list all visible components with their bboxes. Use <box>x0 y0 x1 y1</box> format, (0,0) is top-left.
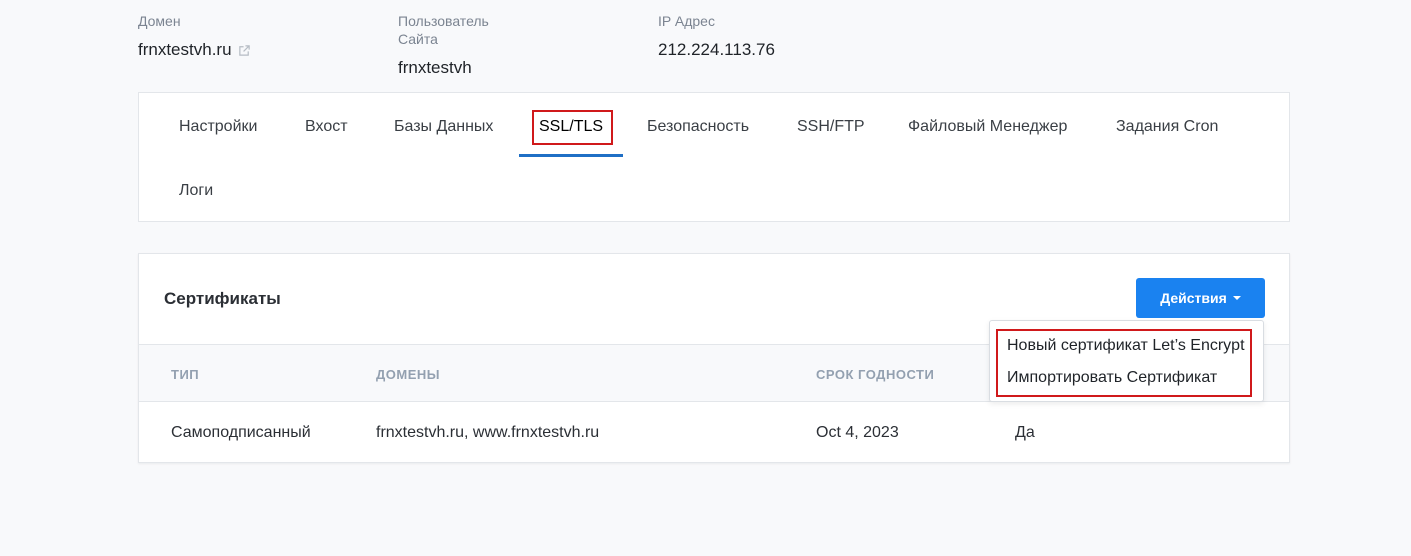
tab-cron-jobs[interactable]: Задания Cron <box>1116 117 1218 137</box>
cell-type: Самоподписанный <box>171 424 311 441</box>
tab-vhost[interactable]: Вхост <box>305 117 348 137</box>
site-user-label: Пользователь Сайта <box>398 13 489 47</box>
actions-button[interactable]: Действия <box>1136 278 1265 318</box>
ip-label: IP Адрес <box>658 13 715 29</box>
actions-button-label: Действия <box>1160 290 1227 306</box>
domain-label: Домен <box>138 13 181 29</box>
tab-logs[interactable]: Логи <box>179 181 213 201</box>
menu-item-new-letsencrypt[interactable]: Новый сертификат Let’s Encrypt <box>1007 337 1245 355</box>
tab-settings[interactable]: Настройки <box>179 117 257 137</box>
cell-domains: frnxtestvh.ru, www.frnxtestvh.ru <box>376 424 600 441</box>
ip-value: 212.224.113.76 <box>658 40 775 59</box>
tab-security[interactable]: Безопасность <box>647 117 749 137</box>
site-user-value: frnxtestvh <box>398 58 472 77</box>
tab-databases[interactable]: Базы Данных <box>394 117 493 137</box>
cell-expiry: Oct 4, 2023 <box>816 424 899 441</box>
actions-dropdown-menu: Новый сертификат Let’s Encrypt Импортиро… <box>989 320 1264 402</box>
tabs-panel: Настройки Вхост Базы Данных SSL/TLS Безо… <box>138 92 1290 222</box>
domain-info: Домен frnxtestvh.ru <box>138 12 251 60</box>
column-header-domains: ДОМЕНЫ <box>376 367 440 382</box>
active-tab-indicator <box>519 154 623 157</box>
certificates-title: Сертификаты <box>164 289 281 308</box>
tab-file-manager[interactable]: Файловый Менеджер <box>908 117 1067 137</box>
column-header-type: ТИП <box>171 367 200 382</box>
cell-status: Да <box>1015 424 1035 441</box>
table-row: Самоподписанный frnxtestvh.ru, www.frnxt… <box>139 402 1289 462</box>
caret-down-icon <box>1232 296 1241 300</box>
ip-info: IP Адрес 212.224.113.76 <box>658 12 775 60</box>
menu-item-import-certificate[interactable]: Импортировать Сертификат <box>1007 369 1217 387</box>
column-header-expiry: СРОК ГОДНОСТИ <box>816 367 935 382</box>
tab-ssl-tls[interactable]: SSL/TLS <box>539 117 603 137</box>
domain-value[interactable]: frnxtestvh.ru <box>138 40 232 60</box>
tab-ssh-ftp[interactable]: SSH/FTP <box>797 117 865 137</box>
external-link-icon[interactable] <box>238 44 251 57</box>
site-user-info: Пользователь Сайта frnxtestvh <box>398 12 489 78</box>
domain-value-row: frnxtestvh.ru <box>138 40 251 60</box>
